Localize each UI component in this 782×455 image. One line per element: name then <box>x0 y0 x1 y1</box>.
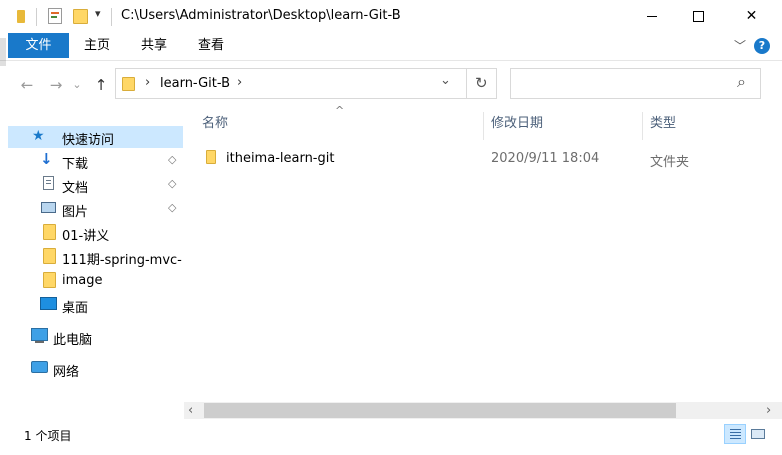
download-icon: ↓ <box>40 150 53 168</box>
pictures-icon <box>41 202 56 213</box>
recent-locations-button[interactable]: ⌄ <box>71 75 83 95</box>
pin-icon: ◇ <box>168 153 177 166</box>
maximize-icon <box>692 10 704 22</box>
large-icons-view-button[interactable] <box>748 424 768 444</box>
sidebar-item-label: 文档 <box>62 181 89 196</box>
sidebar-item-desktop[interactable]: 桌面 <box>8 294 183 316</box>
new-folder-icon[interactable] <box>73 9 89 24</box>
window-title: C:\Users\Administrator\Desktop\learn-Git… <box>121 8 401 23</box>
sidebar-item-quick-access[interactable]: ★ 快速访问 <box>8 126 183 148</box>
sidebar-item-label: 01-讲义 <box>62 229 110 244</box>
breadcrumb-separator[interactable]: › <box>145 75 150 90</box>
search-box[interactable]: ⌕ <box>510 68 761 99</box>
sidebar-item-pictures[interactable]: 图片 ◇ <box>8 198 183 220</box>
close-icon: ✕ <box>745 8 758 24</box>
item-count: 1 个项目 <box>24 429 72 443</box>
computer-icon <box>31 328 48 341</box>
qat-dropdown-icon[interactable]: ▾ <box>95 7 101 20</box>
properties-icon[interactable] <box>48 8 62 24</box>
column-divider[interactable] <box>483 112 484 140</box>
sidebar-item-documents[interactable]: 文档 ◇ <box>8 174 183 196</box>
sidebar-item-label: 桌面 <box>62 301 89 316</box>
documents-icon <box>43 176 54 190</box>
explorer-window: ▾ C:\Users\Administrator\Desktop\learn-G… <box>0 0 782 455</box>
folder-icon <box>206 150 216 164</box>
computer-stand <box>35 341 44 343</box>
breadcrumb-separator-end[interactable]: › <box>237 75 242 90</box>
folder-icon <box>43 224 56 240</box>
scroll-right-button[interactable]: › <box>766 402 771 419</box>
star-icon: ★ <box>32 128 45 144</box>
sidebar-item-network[interactable]: 网络 <box>8 358 183 380</box>
tab-file[interactable]: 文件 <box>8 33 69 58</box>
file-type: 文件夹 <box>650 155 690 170</box>
qat-divider <box>36 8 37 26</box>
sidebar-item-this-pc[interactable]: 此电脑 <box>8 326 183 348</box>
sidebar-item-label: 快速访问 <box>62 133 115 148</box>
file-name: itheima-learn-git <box>226 151 335 166</box>
ribbon-tabs: 文件 主页 共享 查看 ﹀ ? <box>0 33 782 60</box>
sidebar-item-label: 图片 <box>62 205 89 220</box>
folder-icon <box>43 248 56 264</box>
help-icon[interactable]: ? <box>754 38 770 54</box>
tab-home[interactable]: 主页 <box>75 33 119 58</box>
large-icons-view-icon <box>751 429 765 439</box>
qat-divider-2 <box>111 8 112 26</box>
up-button[interactable]: ↑ <box>91 75 111 95</box>
title-bar: ▾ C:\Users\Administrator\Desktop\learn-G… <box>0 0 782 33</box>
maximize-button[interactable] <box>675 0 721 32</box>
column-header-name[interactable]: 名称 <box>202 112 228 136</box>
tab-view[interactable]: 查看 <box>189 33 233 58</box>
sidebar-item-label: 此电脑 <box>53 333 93 348</box>
sidebar-item-label: 111期-spring-mvc- <box>62 253 182 268</box>
search-icon[interactable]: ⌕ <box>737 72 746 92</box>
minimize-button[interactable] <box>629 0 675 32</box>
details-view-button[interactable] <box>724 424 746 444</box>
status-bar: 1 个项目 <box>0 420 782 455</box>
address-divider <box>466 69 467 98</box>
scroll-left-button[interactable]: ‹ <box>188 402 193 419</box>
details-view-icon <box>730 429 741 430</box>
sidebar-item-label: 下载 <box>62 157 89 172</box>
window-folder-icon <box>17 10 25 23</box>
sidebar-item-folder-image[interactable]: image <box>8 270 183 292</box>
horizontal-scrollbar[interactable]: ‹ › <box>184 402 782 419</box>
navigation-pane: ★ 快速访问 ↓ 下载 ◇ 文档 ◇ 图片 ◇ 01-讲义 111期-sprin… <box>0 104 183 419</box>
scroll-thumb[interactable] <box>204 403 676 418</box>
tab-share[interactable]: 共享 <box>132 33 176 58</box>
sidebar-item-folder-111[interactable]: 111期-spring-mvc- <box>8 246 183 268</box>
breadcrumb-segment[interactable]: learn-Git-B <box>160 76 230 91</box>
navigation-bar: ← → ⌄ ↑ › learn-Git-B › ⌄ ↻ ⌕ <box>0 66 782 104</box>
refresh-icon[interactable]: ↻ <box>475 74 488 92</box>
file-list: ^ 名称 修改日期 类型 itheima-learn-git 2020/9/11… <box>184 104 782 419</box>
column-divider[interactable] <box>642 112 643 140</box>
desktop-icon <box>40 297 57 310</box>
ribbon-divider <box>0 60 782 61</box>
file-modified: 2020/9/11 18:04 <box>491 151 600 166</box>
address-bar[interactable]: › learn-Git-B › ⌄ ↻ <box>115 68 497 99</box>
pin-icon: ◇ <box>168 177 177 190</box>
network-icon <box>31 361 48 373</box>
address-dropdown-icon[interactable]: ⌄ <box>440 73 451 88</box>
help-glyph: ? <box>758 39 766 52</box>
pin-icon: ◇ <box>168 201 177 214</box>
forward-button[interactable]: → <box>46 75 66 95</box>
sidebar-item-label: 网络 <box>53 365 80 380</box>
address-folder-icon <box>122 77 136 91</box>
sidebar-item-downloads[interactable]: ↓ 下载 ◇ <box>8 150 183 172</box>
ribbon-expand-icon[interactable]: ﹀ <box>734 37 746 54</box>
column-header-type[interactable]: 类型 <box>650 112 676 136</box>
sidebar-item-folder-01[interactable]: 01-讲义 <box>8 222 183 244</box>
close-button[interactable]: ✕ <box>721 0 782 32</box>
back-button[interactable]: ← <box>17 75 37 95</box>
file-row[interactable]: itheima-learn-git 2020/9/11 18:04 文件夹 <box>200 147 760 170</box>
sort-indicator-icon: ^ <box>335 104 345 117</box>
column-header-modified[interactable]: 修改日期 <box>491 112 543 136</box>
sidebar-item-label: image <box>62 273 103 288</box>
minimize-icon <box>647 15 657 17</box>
folder-icon <box>43 272 56 288</box>
search-input[interactable] <box>515 73 729 95</box>
